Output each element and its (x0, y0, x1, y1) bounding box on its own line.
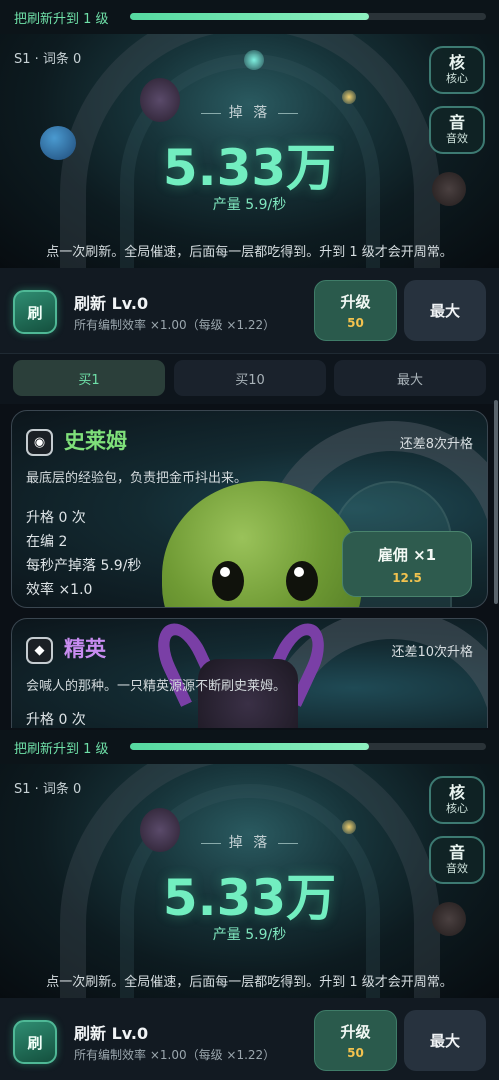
refresh-upgrade-row: 刷 刷新 Lv.0 所有编制效率 ×1.00（每级 ×1.22） 升级 50 最… (0, 268, 499, 354)
unit-stat-efficiency: 效率 ×1.0 (26, 582, 93, 598)
list-scrollbar[interactable] (494, 400, 498, 604)
upgrade-cost: 50 (347, 316, 364, 330)
season-meta: S1 · 词条 0 (14, 782, 82, 797)
unit-name: 精英 (64, 637, 106, 661)
refresh-subtitle: 所有编制效率 ×1.00（每级 ×1.22） (74, 318, 276, 332)
goal-progress-track (130, 13, 486, 20)
drop-amount: 5.33万 (162, 869, 337, 927)
upgrade-button[interactable]: 升级 50 (314, 280, 397, 341)
hero-panel: S1 · 词条 0 核 核心 音 音效 掉 落 5.33万 产量 5.9/秒 点… (0, 34, 499, 268)
hire-button-label: 雇佣 ×1 (377, 545, 437, 564)
slime-type-icon: ◉ (26, 429, 53, 456)
goal-progress-bar: 把刷新升到 1 级 (0, 0, 499, 34)
goal-progress-bar: 把刷新升到 1 级 (0, 730, 499, 764)
production-rate: 产量 5.9/秒 (212, 927, 287, 943)
tab-buy-10[interactable]: 买10 (174, 360, 326, 396)
drop-heading-text: 掉 落 (228, 835, 271, 851)
unit-stat-rankups: 升格 0 次 (26, 712, 86, 728)
drop-heading: 掉 落 (0, 102, 499, 122)
core-button-icon: 核 (448, 783, 465, 802)
max-button[interactable]: 最大 (404, 280, 486, 341)
refresh-icon: 刷 (13, 1020, 57, 1064)
drop-heading: 掉 落 (0, 832, 499, 852)
unit-stat-drop-rate: 每秒产掉落 5.9/秒 (26, 558, 142, 574)
core-button-icon: 核 (448, 53, 465, 72)
unit-name: 史莱姆 (64, 429, 127, 453)
refresh-title: 刷新 Lv.0 (74, 1024, 149, 1043)
hint-text: 点一次刷新。全局催速，后面每一层都吃得到。升到 1 级才会开周常。 (46, 975, 453, 990)
elite-type-icon: ◆ (26, 637, 53, 664)
hire-cost: 12.5 (392, 570, 422, 585)
goal-label: 把刷新升到 1 级 (14, 11, 109, 27)
goal-label: 把刷新升到 1 级 (14, 741, 109, 757)
core-button[interactable]: 核 核心 (429, 46, 485, 94)
unit-stat-rankups: 升格 0 次 (26, 510, 86, 526)
unit-list: ◉ 史莱姆 还差8次升格 最底层的经验包，负责把金币抖出来。 升格 0 次 在编… (0, 404, 499, 728)
unit-stat-count: 在编 2 (26, 534, 68, 550)
season-meta: S1 · 词条 0 (14, 52, 82, 67)
unit-card-slime: ◉ 史莱姆 还差8次升格 最底层的经验包，负责把金币抖出来。 升格 0 次 在编… (11, 410, 488, 608)
drop-amount: 5.33万 (162, 139, 337, 197)
drop-heading-text: 掉 落 (228, 105, 271, 121)
refresh-subtitle: 所有编制效率 ×1.00（每级 ×1.22） (74, 1048, 276, 1062)
upgrade-button[interactable]: 升级 50 (314, 1010, 397, 1071)
core-button[interactable]: 核 核心 (429, 776, 485, 824)
tab-buy-max[interactable]: 最大 (334, 360, 486, 396)
tab-buy-1[interactable]: 买1 (13, 360, 165, 396)
rank-up-remaining: 还差10次升格 (391, 645, 473, 660)
rank-up-remaining: 还差8次升格 (399, 437, 473, 452)
game-screen-repeat: 把刷新升到 1 级 S1 · 词条 0 核 核心 音 音效 掉 落 5.33万 … (0, 730, 499, 1080)
goal-progress-fill (130, 13, 369, 20)
refresh-icon: 刷 (13, 290, 57, 334)
hint-text: 点一次刷新。全局催速，后面每一层都吃得到。升到 1 级才会开周常。 (46, 245, 453, 260)
core-button-label: 核心 (446, 72, 468, 85)
production-rate: 产量 5.9/秒 (212, 197, 287, 213)
hero-panel: S1 · 词条 0 核 核心 音 音效 掉 落 5.33万 产量 5.9/秒 点… (0, 764, 499, 998)
refresh-title: 刷新 Lv.0 (74, 294, 149, 313)
hire-button[interactable]: 雇佣 ×1 12.5 (342, 531, 472, 597)
crystal-glow (244, 50, 264, 70)
buy-amount-tabs: 买1 买10 最大 (0, 354, 499, 404)
unit-description: 会喊人的那种。一只精英源源不断刷史莱姆。 (26, 679, 287, 694)
upgrade-cost: 50 (347, 1046, 364, 1060)
refresh-upgrade-row: 刷 刷新 Lv.0 所有编制效率 ×1.00（每级 ×1.22） 升级 50 最… (0, 998, 499, 1080)
goal-progress-fill (130, 743, 369, 750)
unit-card-elite: ◆ 精英 还差10次升格 会喊人的那种。一只精英源源不断刷史莱姆。 升格 0 次 (11, 618, 488, 728)
core-button-label: 核心 (446, 802, 468, 815)
unit-description: 最底层的经验包，负责把金币抖出来。 (26, 471, 248, 486)
goal-progress-track (130, 743, 486, 750)
upgrade-button-label: 升级 (340, 1023, 371, 1041)
max-button[interactable]: 最大 (404, 1010, 486, 1071)
upgrade-button-label: 升级 (340, 293, 371, 311)
